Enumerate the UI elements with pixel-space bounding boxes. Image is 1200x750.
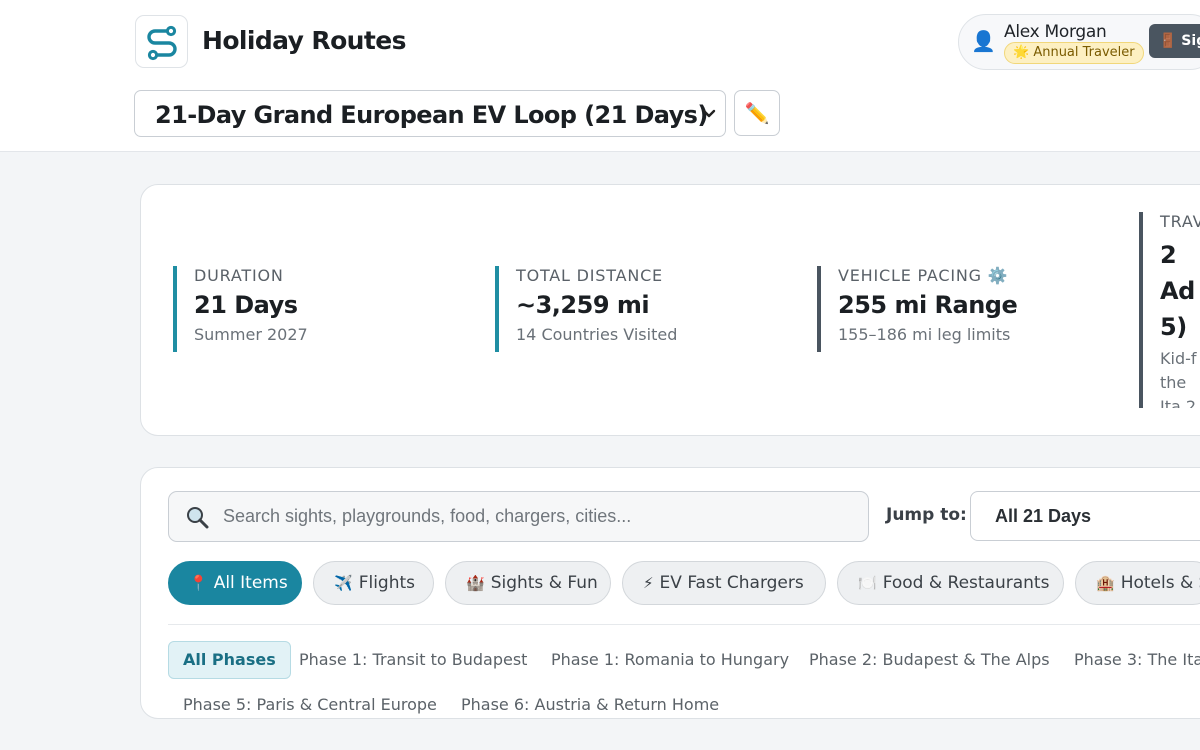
top-bar: Holiday Routes 👤 Alex Morgan 🌟 Annual Tr… <box>0 0 1200 152</box>
chevron-down-icon <box>702 109 716 118</box>
pin-icon: 📍 <box>189 574 208 592</box>
pencil-icon: ✏️ <box>744 101 770 125</box>
hotel-icon: 🏨 <box>1096 574 1115 592</box>
chip-label: Flights <box>358 573 415 593</box>
filter-chip-flights[interactable]: ✈️ Flights <box>313 561 434 605</box>
user-name: Alex Morgan <box>1004 22 1107 42</box>
stat-value: 2 Ad 5) <box>1160 241 1195 341</box>
search-icon <box>187 507 209 529</box>
phase-tab-5[interactable]: Phase 5: Paris & Central Europe <box>183 687 437 723</box>
stat-label: DURATION <box>194 266 284 285</box>
phase-tab-1b[interactable]: Phase 1: Romania to Hungary <box>551 642 789 678</box>
lightning-icon: ⚡ <box>643 574 654 592</box>
castle-icon: 🏰 <box>466 574 485 592</box>
airplane-icon: ✈️ <box>334 574 353 592</box>
jump-to-label: Jump to: <box>886 505 967 525</box>
filter-chip-all-items[interactable]: 📍 All Items <box>168 561 302 605</box>
sign-out-button[interactable]: 🚪 Sign Out <box>1149 24 1200 58</box>
person-icon: 👤 <box>971 29 996 53</box>
stat-vehicle-pacing: VEHICLE PACING ⚙️ 255 mi Range 155–186 m… <box>817 266 1018 352</box>
phase-tab-6[interactable]: Phase 6: Austria & Return Home <box>461 687 719 723</box>
stat-travelers: TRAV 2 Ad 5) Kid-f the Ita 2 day Roma <box>1139 212 1200 408</box>
edit-trip-button[interactable]: ✏️ <box>734 90 780 136</box>
trip-selector[interactable]: 21-Day Grand European EV Loop (21 Days) <box>134 90 726 137</box>
filter-chip-hotels[interactable]: 🏨 Hotels & S <box>1075 561 1200 605</box>
search-box[interactable] <box>168 491 869 542</box>
chip-label: Sights & Fun <box>490 573 598 593</box>
phase-tab-all[interactable]: All Phases <box>168 641 291 679</box>
divider <box>168 624 1200 625</box>
chip-label: Hotels & S <box>1120 573 1200 593</box>
phase-tab-1a[interactable]: Phase 1: Transit to Budapest <box>299 642 527 678</box>
chip-label: Food & Restaurants <box>882 573 1050 593</box>
route-logo-icon <box>146 25 177 60</box>
stat-sub: 14 Countries Visited <box>516 325 678 344</box>
stat-sub: Summer 2027 <box>194 325 308 344</box>
search-input[interactable] <box>223 492 853 541</box>
chip-label: All Items <box>213 573 288 593</box>
plate-icon: 🍽️ <box>858 574 877 592</box>
trip-selector-value: 21-Day Grand European EV Loop (21 Days) <box>155 101 708 129</box>
filter-chip-ev-chargers[interactable]: ⚡ EV Fast Chargers <box>622 561 826 605</box>
app-logo[interactable] <box>135 15 188 68</box>
stat-sub: 155–186 mi leg limits <box>838 325 1011 344</box>
filter-chip-sights[interactable]: 🏰 Sights & Fun <box>445 561 611 605</box>
phase-tab-2[interactable]: Phase 2: Budapest & The Alps <box>809 642 1050 678</box>
chip-label: EV Fast Chargers <box>659 573 804 593</box>
membership-badge: 🌟 Annual Traveler <box>1004 42 1144 64</box>
phase-tab-3[interactable]: Phase 3: The Itali <box>1074 642 1200 678</box>
stat-value: ~3,259 mi <box>516 291 650 319</box>
stat-total-distance: TOTAL DISTANCE ~3,259 mi 14 Countries Vi… <box>495 266 677 352</box>
app-title: Holiday Routes <box>202 26 406 55</box>
stat-value: 21 Days <box>194 291 298 319</box>
stat-label: TOTAL DISTANCE <box>516 266 663 285</box>
stat-label: VEHICLE PACING ⚙️ <box>838 266 1009 285</box>
stat-sub: Kid-f the Ita 2 day Roma <box>1160 349 1197 408</box>
stat-value: 255 mi Range <box>838 291 1018 319</box>
jump-to-select[interactable]: All 21 Days <box>970 491 1200 541</box>
stat-label: TRAV <box>1160 212 1200 231</box>
stat-duration: DURATION 21 Days Summer 2027 <box>173 266 308 352</box>
filter-chip-food[interactable]: 🍽️ Food & Restaurants <box>837 561 1064 605</box>
